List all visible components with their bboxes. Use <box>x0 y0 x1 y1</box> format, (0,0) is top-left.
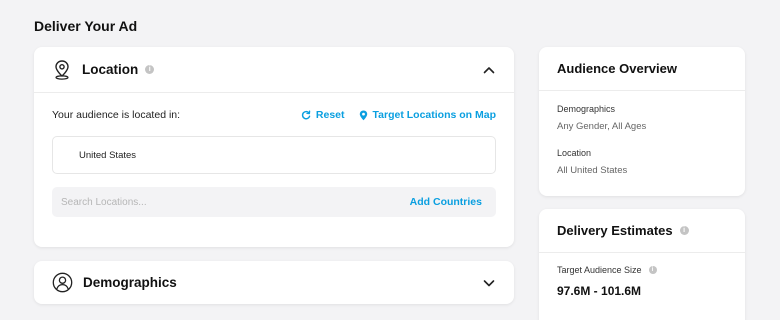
map-pin-icon <box>55 59 69 80</box>
target-audience-size-label: Target Audience Size <box>557 265 642 275</box>
audience-overview-title: Audience Overview <box>539 47 745 91</box>
overview-location-label: Location <box>557 148 592 158</box>
demographics-title: Demographics <box>83 275 177 290</box>
chevron-down-icon[interactable] <box>482 276 496 290</box>
selected-locations-box[interactable]: United States <box>52 136 496 174</box>
reset-icon <box>301 110 311 120</box>
location-header[interactable]: Location i <box>34 47 514 93</box>
target-audience-size-row: Target Audience Size i <box>557 265 657 275</box>
target-locations-map-button[interactable]: Target Locations on Map <box>359 109 496 121</box>
audience-label: Your audience is located in: <box>52 109 181 121</box>
user-icon <box>52 272 73 293</box>
audience-row: Your audience is located in: Reset Targe… <box>52 109 496 121</box>
reset-label: Reset <box>315 109 345 121</box>
target-locations-map-label: Target Locations on Map <box>372 109 496 121</box>
selected-location-item: United States <box>79 149 137 161</box>
overview-demographics-label: Demographics <box>557 104 616 114</box>
search-locations-input[interactable] <box>61 196 410 208</box>
target-audience-size-value: 97.6M - 101.6M <box>557 284 642 298</box>
location-title: Location <box>82 62 139 77</box>
location-pin-icon <box>359 110 367 120</box>
info-icon[interactable]: i <box>145 65 155 74</box>
delivery-estimates-title: Delivery Estimates <box>557 223 673 238</box>
location-search-box: Add Countries <box>52 187 496 217</box>
overview-demographics: Demographics Any Gender, All Ages <box>557 104 646 132</box>
add-countries-button[interactable]: Add Countries <box>410 196 482 208</box>
delivery-estimates-card: Delivery Estimates i Target Audience Siz… <box>539 209 745 320</box>
overview-location: Location All United States <box>557 148 627 176</box>
reset-button[interactable]: Reset <box>301 109 345 121</box>
location-card: Location i Your audience is located in: … <box>34 47 514 247</box>
page-title: Deliver Your Ad <box>34 18 138 34</box>
info-icon[interactable]: i <box>648 266 657 274</box>
chevron-up-icon[interactable] <box>482 63 496 77</box>
overview-location-value: All United States <box>557 165 628 176</box>
overview-demographics-value: Any Gender, All Ages <box>557 121 647 132</box>
audience-overview-card: Audience Overview Demographics Any Gende… <box>539 47 745 196</box>
delivery-estimates-header: Delivery Estimates i <box>539 209 745 253</box>
info-icon[interactable]: i <box>679 226 689 235</box>
demographics-card[interactable]: Demographics <box>34 261 514 304</box>
